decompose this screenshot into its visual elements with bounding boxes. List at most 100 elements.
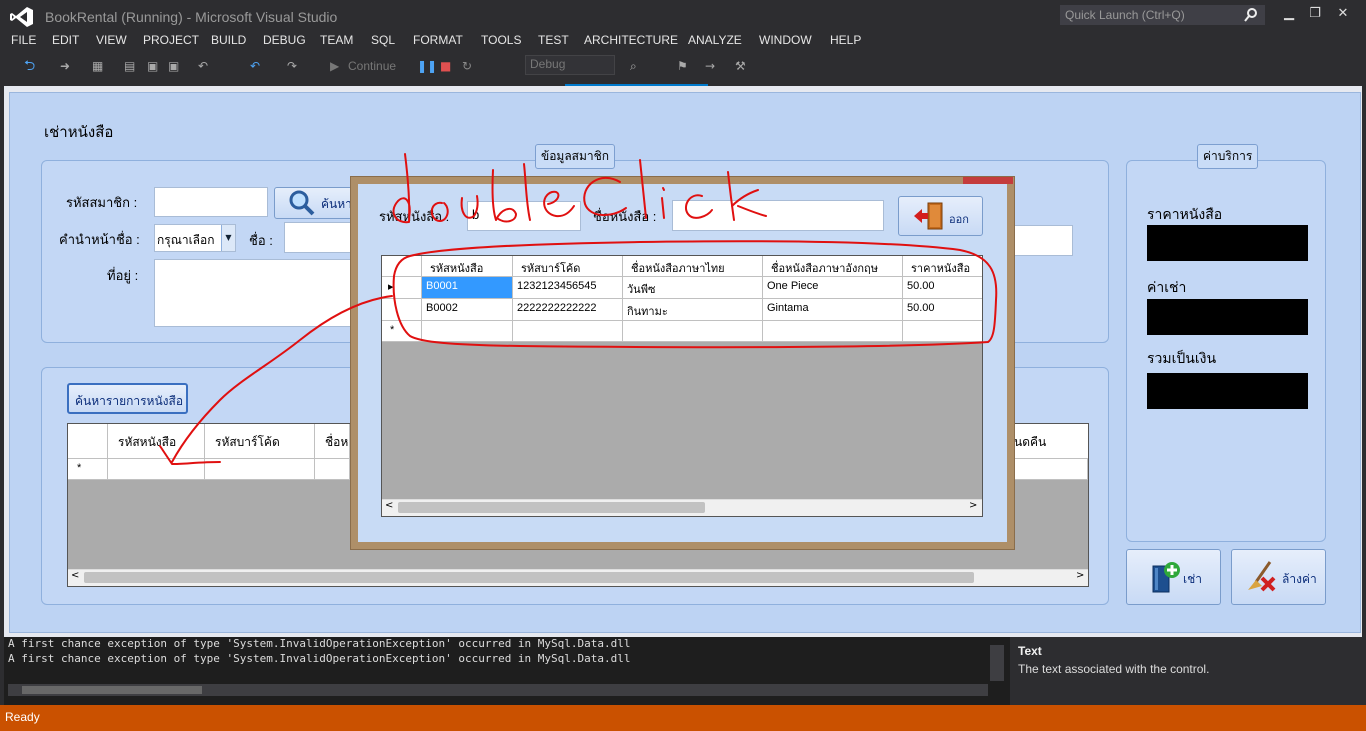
scrollbar-thumb[interactable] xyxy=(84,572,974,583)
grid-cell[interactable] xyxy=(108,459,205,480)
grid-cell[interactable] xyxy=(1014,459,1088,480)
minimize-icon[interactable]: ▁ xyxy=(1280,6,1298,22)
last-name-input[interactable] xyxy=(1014,225,1073,256)
menu-format[interactable]: FORMAT xyxy=(413,33,463,47)
popup-column-book-id[interactable]: รหัสหนังสือ xyxy=(422,256,513,277)
scroll-left-icon[interactable]: < xyxy=(71,570,79,581)
grid-cell[interactable]: B0002 xyxy=(422,299,513,321)
grid-cell[interactable] xyxy=(205,459,315,480)
grid-column-return-date[interactable]: นดคืน xyxy=(1014,424,1088,459)
menu-analyze[interactable]: ANALYZE xyxy=(688,33,742,47)
grid-column-name[interactable]: ชื่อห xyxy=(315,424,350,459)
quick-launch-input[interactable]: Quick Launch (Ctrl+Q) xyxy=(1060,5,1265,25)
configuration-select[interactable]: Debug xyxy=(525,55,615,75)
popup-column-thai-name[interactable]: ชื่อหนังสือภาษาไทย xyxy=(623,256,763,277)
menu-build[interactable]: BUILD xyxy=(211,33,246,47)
continue-icon[interactable]: ▶ xyxy=(330,58,339,74)
grid-column-book-id[interactable]: รหัสหนังสือ xyxy=(108,424,205,459)
scroll-left-icon[interactable]: < xyxy=(385,500,393,511)
undo-icon[interactable]: ↶ xyxy=(198,58,208,74)
menu-sql[interactable]: SQL xyxy=(371,33,395,47)
search-books-button[interactable]: ค้นหารายการหนังสือ xyxy=(67,383,188,414)
form-heading: เช่าหนังสือ xyxy=(44,124,114,141)
menu-view[interactable]: VIEW xyxy=(96,33,127,47)
popup-column-barcode[interactable]: รหัสบาร์โค้ด xyxy=(513,256,623,277)
redo-icon[interactable]: ↷ xyxy=(287,58,297,74)
popup-column-price[interactable]: ราคาหนังสือ xyxy=(903,256,982,277)
back-icon[interactable]: ⮌ xyxy=(24,58,35,74)
grid-cell[interactable]: 1232123456545 xyxy=(513,277,623,299)
menu-architecture[interactable]: ARCHITECTURE xyxy=(584,33,678,47)
grid-cell[interactable] xyxy=(315,459,350,480)
popup-book-id-input[interactable]: b xyxy=(467,201,581,231)
grid-cell[interactable]: 2222222222222 xyxy=(513,299,623,321)
property-description: The text associated with the control. xyxy=(1018,662,1210,676)
scrollbar-thumb[interactable] xyxy=(398,502,705,513)
member-id-input[interactable] xyxy=(154,187,268,217)
bookmark-icon[interactable]: ⚑ xyxy=(677,58,688,74)
menu-project[interactable]: PROJECT xyxy=(143,33,199,47)
output-line: A first chance exception of type 'System… xyxy=(8,637,631,650)
address-input[interactable] xyxy=(154,259,354,327)
grid-cell[interactable] xyxy=(903,321,982,342)
new-project-icon[interactable]: ▦ xyxy=(92,58,103,74)
menu-file[interactable]: FILE xyxy=(11,33,36,47)
menu-team[interactable]: TEAM xyxy=(320,33,353,47)
step-icon[interactable]: → xyxy=(705,58,715,74)
row-header xyxy=(382,299,422,321)
menu-help[interactable]: HELP xyxy=(830,33,861,47)
grid-cell[interactable] xyxy=(513,321,623,342)
open-icon[interactable]: ▤ xyxy=(124,58,135,74)
search-icon[interactable] xyxy=(1244,8,1258,22)
menu-edit[interactable]: EDIT xyxy=(52,33,79,47)
restore-icon[interactable]: ❐ xyxy=(1306,6,1324,22)
popup-book-name-input[interactable] xyxy=(672,200,884,231)
restart-icon[interactable]: ↻ xyxy=(462,58,472,74)
scroll-right-icon[interactable]: > xyxy=(1076,570,1084,581)
menu-debug[interactable]: DEBUG xyxy=(263,33,306,47)
total-display xyxy=(1147,373,1308,409)
forward-icon[interactable]: ➜ xyxy=(60,58,70,74)
grid-cell[interactable]: One Piece xyxy=(763,277,903,299)
add-book-icon xyxy=(1152,562,1180,593)
save-all-icon[interactable]: ▣ xyxy=(168,58,179,74)
toolbar-options-icon[interactable]: ⚒ xyxy=(735,58,746,74)
chevron-down-icon[interactable]: ▼ xyxy=(221,225,235,251)
dialog-close-icon[interactable] xyxy=(963,177,1013,184)
menu-test[interactable]: TEST xyxy=(538,33,569,47)
grid-cell[interactable] xyxy=(422,321,513,342)
name-label: ชื่อ : xyxy=(249,233,273,248)
grid-cell[interactable]: Gintama xyxy=(763,299,903,321)
grid-cell[interactable]: วันพีซ xyxy=(623,277,763,299)
pause-icon[interactable]: ❚❚ xyxy=(417,58,437,74)
scrollbar-thumb[interactable] xyxy=(22,686,202,694)
grid-cell[interactable] xyxy=(623,321,763,342)
continue-button[interactable]: Continue xyxy=(348,58,396,74)
scroll-right-icon[interactable]: > xyxy=(969,500,977,511)
window-title: BookRental (Running) - Microsoft Visual … xyxy=(45,9,338,25)
output-vertical-scrollbar[interactable] xyxy=(990,645,1004,681)
menu-window[interactable]: WINDOW xyxy=(759,33,812,47)
output-line: A first chance exception of type 'System… xyxy=(8,652,631,665)
grid-cell[interactable]: กินทามะ xyxy=(623,299,763,321)
new-row-marker: * xyxy=(382,321,422,342)
close-icon[interactable]: ✕ xyxy=(1334,6,1352,22)
grid-column-barcode[interactable]: รหัสบาร์โค้ด xyxy=(205,424,315,459)
popup-column-english-name[interactable]: ชื่อหนังสือภาษาอังกฤษ xyxy=(763,256,903,277)
find-icon[interactable]: ⌕ xyxy=(630,58,637,74)
rent-label: ค่าเช่า xyxy=(1147,279,1187,295)
book-price-label: ราคาหนังสือ xyxy=(1147,206,1223,222)
new-row-marker: * xyxy=(68,459,108,480)
stop-icon[interactable]: ■ xyxy=(440,58,451,74)
undo-icon[interactable]: ↶ xyxy=(250,58,260,74)
total-label: รวมเป็นเงิน xyxy=(1147,350,1217,366)
menu-tools[interactable]: TOOLS xyxy=(481,33,521,47)
member-group-title: ข้อมูลสมาชิก xyxy=(535,144,616,169)
first-name-input[interactable] xyxy=(284,222,354,253)
grid-cell[interactable]: 50.00 xyxy=(903,299,982,321)
grid-cell[interactable]: 50.00 xyxy=(903,277,982,299)
grid-cell[interactable] xyxy=(763,321,903,342)
status-bar: Ready xyxy=(0,705,1366,731)
save-icon[interactable]: ▣ xyxy=(147,58,158,74)
grid-cell-selected[interactable]: B0001 xyxy=(422,277,513,299)
